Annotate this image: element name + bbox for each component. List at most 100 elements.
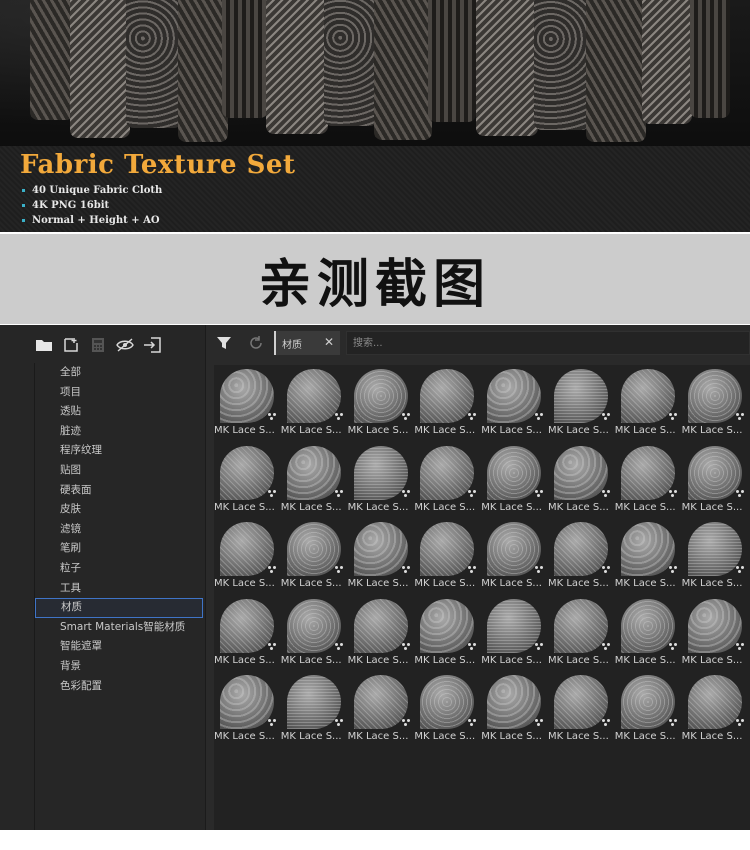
material-tile[interactable]: MK Lace S... (281, 442, 343, 514)
category-item[interactable]: 智能遮罩 (35, 637, 203, 657)
material-tile[interactable]: MK Lace S... (682, 442, 744, 514)
material-label: MK Lace S... (614, 731, 676, 743)
feature-item: 40 Unique Fabric Cloth (22, 183, 162, 198)
category-item[interactable]: 滤镜 (35, 520, 203, 540)
material-tile[interactable]: MK Lace S... (414, 518, 477, 590)
material-tile[interactable]: MK Lace S... (414, 365, 477, 437)
import-icon[interactable] (143, 336, 161, 354)
material-tile[interactable]: MK Lace S... (615, 518, 677, 590)
folder-icon[interactable] (35, 336, 53, 354)
material-preview-sphere (487, 445, 542, 500)
hide-icon[interactable] (116, 336, 134, 354)
material-tile[interactable]: MK Lace S... (414, 442, 477, 514)
smart-material-badge-icon (535, 413, 544, 421)
search-input[interactable] (346, 331, 750, 355)
feature-item: 4K PNG 16bit (22, 198, 162, 213)
material-preview-sphere (620, 675, 675, 730)
category-item[interactable]: 皮肤 (35, 500, 203, 520)
refresh-icon[interactable] (248, 335, 264, 351)
close-icon[interactable]: ✕ (324, 335, 334, 349)
material-label: MK Lace S... (681, 731, 743, 743)
category-item[interactable]: 工具 (35, 579, 203, 599)
material-tile[interactable]: MK Lace S... (348, 671, 410, 743)
material-tile[interactable]: MK Lace S... (214, 671, 276, 743)
material-tile[interactable]: MK Lace S... (214, 595, 276, 667)
material-tile[interactable]: MK Lace S... (348, 518, 410, 590)
material-tile[interactable]: MK Lace S... (548, 365, 610, 437)
category-item[interactable]: Smart Materials智能材质 (35, 618, 203, 638)
material-tile[interactable]: MK Lace S... (281, 671, 343, 743)
filter-icon[interactable] (216, 335, 232, 351)
material-tile[interactable]: MK Lace S... (214, 518, 276, 590)
material-label: MK Lace S... (414, 501, 476, 513)
material-tile[interactable]: MK Lace S... (414, 671, 477, 743)
new-document-icon[interactable] (62, 336, 80, 354)
material-label: MK Lace S... (481, 731, 542, 743)
material-tile[interactable]: MK Lace S... (548, 595, 610, 667)
material-tile[interactable]: MK Lace S... (481, 595, 544, 667)
smart-material-badge-icon (535, 642, 544, 651)
asset-panel: 材质 ✕ MK Lace S...MK Lace S...MK Lace S..… (206, 325, 750, 830)
smart-material-badge-icon (602, 566, 610, 574)
calculator-icon[interactable] (89, 336, 107, 354)
material-tile[interactable]: MK Lace S... (214, 365, 276, 437)
category-item[interactable]: 项目 (35, 383, 203, 403)
category-item[interactable]: 贴图 (35, 461, 203, 481)
material-preview-sphere (554, 522, 608, 577)
material-tile[interactable]: MK Lace S... (682, 671, 744, 743)
material-preview-sphere (487, 598, 542, 653)
material-label: MK Lace S... (481, 425, 542, 436)
material-preview-sphere (687, 675, 742, 730)
material-tile[interactable]: MK Lace S... (281, 595, 343, 667)
smart-material-badge-icon (668, 566, 677, 574)
material-label: MK Lace S... (280, 501, 342, 513)
material-tile[interactable]: MK Lace S... (348, 442, 410, 514)
bullet-icon (22, 189, 25, 192)
material-tile[interactable]: MK Lace S... (214, 442, 276, 514)
material-tile[interactable]: MK Lace S... (481, 365, 544, 437)
category-item[interactable]: 脏迹 (35, 422, 203, 442)
smart-material-badge-icon (334, 566, 343, 574)
caption-text: 亲测截图 (258, 254, 491, 315)
material-label: MK Lace S... (614, 501, 676, 513)
material-label: MK Lace S... (481, 578, 542, 590)
material-label: MK Lace S... (214, 425, 275, 436)
material-preview-sphere (554, 675, 608, 730)
category-item[interactable]: 硬表面 (35, 481, 203, 501)
smart-material-badge-icon (468, 566, 477, 574)
material-tile[interactable]: MK Lace S... (682, 365, 744, 437)
smart-material-badge-icon (468, 642, 477, 651)
material-tile[interactable]: MK Lace S... (481, 442, 544, 514)
material-tile[interactable]: MK Lace S... (548, 671, 610, 743)
smart-material-badge-icon (268, 489, 276, 498)
material-tile[interactable]: MK Lace S... (682, 518, 744, 590)
category-item[interactable]: 粒子 (35, 559, 203, 579)
smart-material-badge-icon (668, 413, 677, 421)
material-tile[interactable]: MK Lace S... (281, 518, 343, 590)
category-item[interactable]: 全部 (35, 363, 203, 383)
material-tile[interactable]: MK Lace S... (481, 671, 544, 743)
material-label: MK Lace S... (681, 654, 743, 666)
material-tile[interactable]: MK Lace S... (548, 518, 610, 590)
material-tile[interactable]: MK Lace S... (348, 365, 410, 437)
category-item[interactable]: 程序纹理 (35, 441, 203, 461)
category-item[interactable]: 色彩配置 (35, 677, 203, 697)
material-tile[interactable]: MK Lace S... (414, 595, 477, 667)
material-tile[interactable]: MK Lace S... (615, 671, 677, 743)
category-item[interactable]: 背景 (35, 657, 203, 677)
material-tile[interactable]: MK Lace S... (682, 595, 744, 667)
material-tile[interactable]: MK Lace S... (615, 442, 677, 514)
category-item[interactable]: 材质 (35, 598, 203, 618)
material-tile[interactable]: MK Lace S... (548, 442, 610, 514)
material-tile[interactable]: MK Lace S... (615, 365, 677, 437)
material-tile[interactable]: MK Lace S... (615, 595, 677, 667)
material-label: MK Lace S... (481, 501, 542, 513)
material-tile[interactable]: MK Lace S... (481, 518, 544, 590)
material-label: MK Lace S... (347, 501, 409, 513)
material-tile[interactable]: MK Lace S... (281, 365, 343, 437)
category-item[interactable]: 透贴 (35, 402, 203, 422)
material-tile[interactable]: MK Lace S... (348, 595, 410, 667)
material-label: MK Lace S... (548, 425, 609, 436)
filter-chip[interactable]: 材质 ✕ (274, 331, 340, 355)
category-item[interactable]: 笔刷 (35, 539, 203, 559)
